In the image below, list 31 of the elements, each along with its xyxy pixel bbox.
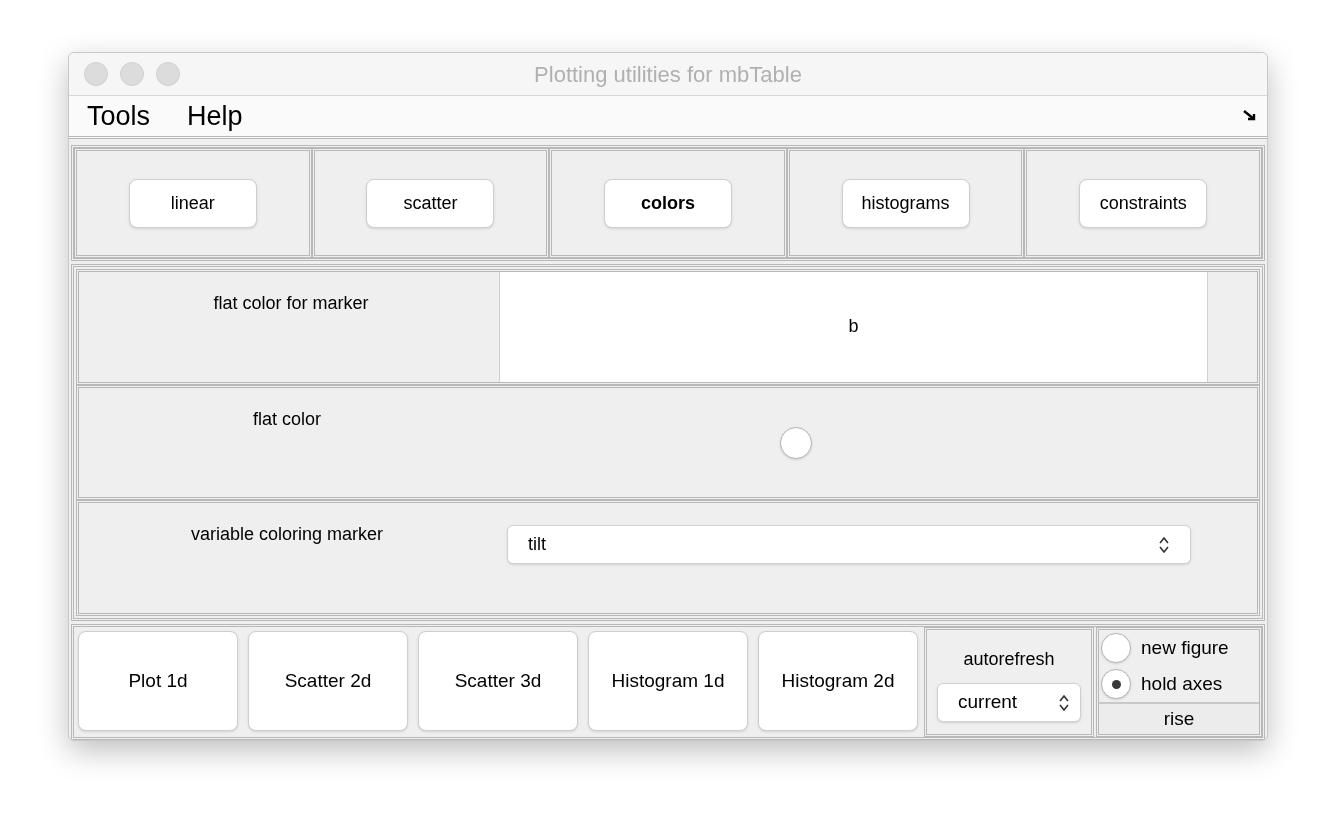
radio-label: new figure — [1141, 635, 1229, 660]
plot-button[interactable]: Histogram 2d — [758, 631, 918, 731]
field-label: flat color — [253, 407, 321, 431]
tab-button[interactable]: scatter — [366, 178, 495, 228]
window-control-icon[interactable] — [156, 62, 180, 86]
window-control-icon[interactable] — [84, 62, 108, 86]
plot-button[interactable]: Plot 1d — [78, 631, 238, 731]
radio-button[interactable] — [1101, 669, 1131, 699]
up-down-chevron-icon — [1158, 534, 1170, 555]
radio-button[interactable] — [1101, 633, 1131, 663]
plot-button[interactable]: Scatter 3d — [418, 631, 578, 731]
tab-button[interactable]: colors — [604, 178, 732, 228]
window-control-icon[interactable] — [120, 62, 144, 86]
tab-button[interactable]: linear — [128, 178, 257, 228]
radio-label: hold axes — [1141, 671, 1223, 696]
dropdown-select[interactable]: current — [937, 683, 1081, 722]
up-down-chevron-icon — [1058, 692, 1070, 713]
tab-button[interactable]: histograms — [841, 178, 970, 228]
text-field[interactable]: b — [499, 272, 1207, 382]
resize-arrow-icon — [1243, 110, 1257, 122]
radio-button[interactable] — [780, 426, 812, 459]
menu-item[interactable]: Tools — [87, 95, 151, 137]
field-label: flat color for marker — [213, 292, 369, 315]
field-label: variable coloring marker — [190, 523, 384, 547]
autorefresh-label: autorefresh — [963, 648, 1055, 671]
tab-button[interactable]: constraints — [1079, 178, 1208, 228]
plot-button[interactable]: Scatter 2d — [248, 631, 408, 731]
window-title: Plotting utilities for mbTable — [534, 60, 802, 89]
plot-button[interactable]: Histogram 1d — [588, 631, 748, 731]
dropdown-select[interactable]: tilt — [507, 525, 1191, 565]
menu-item[interactable]: Help — [187, 95, 243, 137]
